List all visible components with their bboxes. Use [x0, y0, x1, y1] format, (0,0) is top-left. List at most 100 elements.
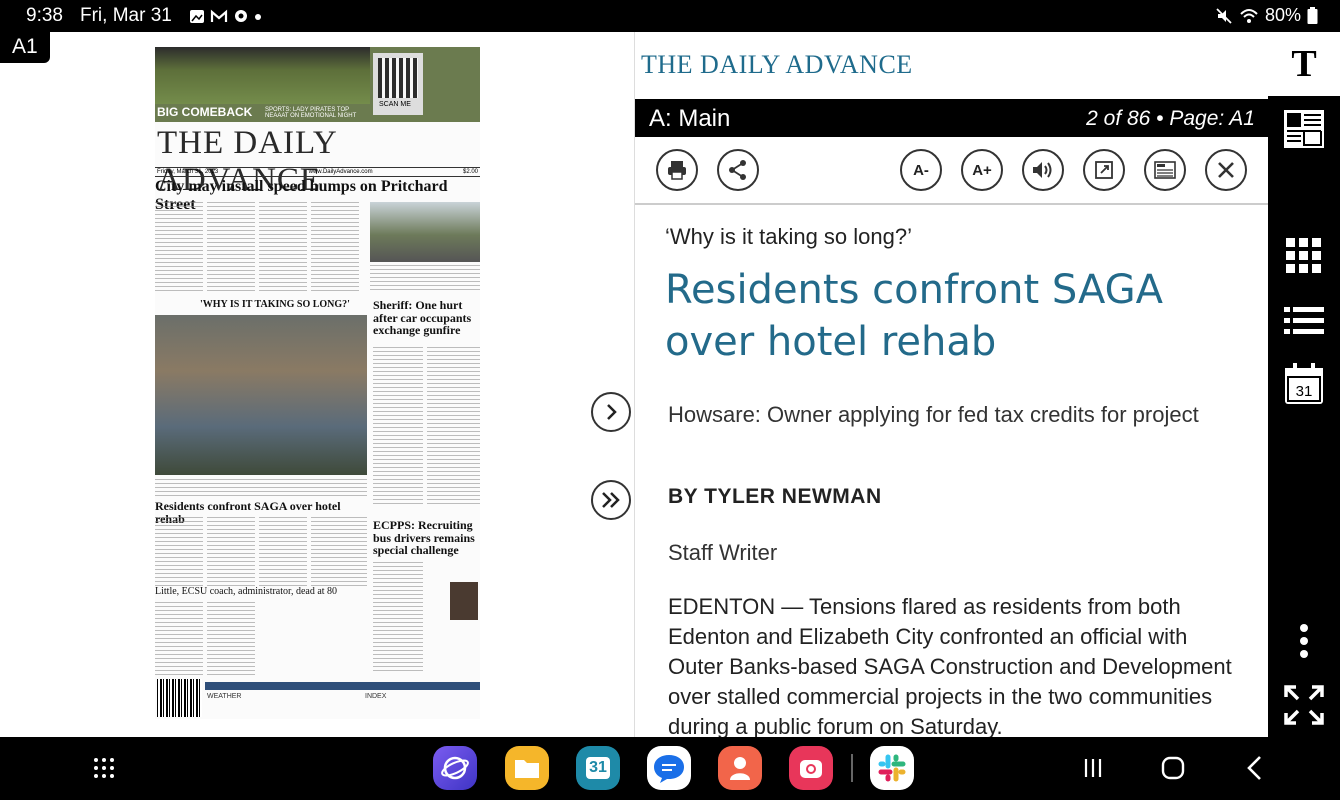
article-kicker: ‘Why is it taking so long?’	[665, 224, 912, 249]
text-column	[373, 562, 423, 672]
text-column	[311, 202, 359, 292]
screen-recorder-icon	[800, 760, 822, 778]
battery-icon	[1307, 6, 1318, 24]
open-original-button[interactable]	[1083, 149, 1125, 191]
article-toolbar: A- A+	[635, 137, 1268, 205]
recents-button[interactable]	[1071, 746, 1115, 790]
home-icon	[1161, 756, 1185, 780]
sports-photo	[155, 47, 370, 104]
open-external-icon	[1095, 161, 1113, 179]
fullscreen-icon	[1284, 685, 1324, 725]
back-button[interactable]	[1233, 746, 1277, 790]
speaker-icon	[1033, 162, 1052, 178]
font-larger-button[interactable]: A+	[961, 149, 1003, 191]
internet-app[interactable]	[433, 746, 477, 790]
newspaper-view-button[interactable]	[1282, 107, 1326, 151]
article-deck: Howsare: Owner applying for fed tax cred…	[668, 402, 1199, 427]
wifi-icon	[1240, 8, 1258, 23]
forum-photo	[155, 315, 367, 475]
text-column	[207, 602, 255, 677]
footer-bar	[205, 682, 480, 690]
newspaper-dateline: Friday, March 31, 2023 www.DailyAdvance.…	[155, 167, 480, 177]
text-size-button[interactable]: T	[1268, 32, 1340, 96]
text-column	[311, 517, 367, 587]
newspaper-icon	[1284, 110, 1324, 148]
screen-recorder-app[interactable]	[789, 746, 833, 790]
text-column	[427, 347, 480, 507]
next-article-button[interactable]	[591, 392, 631, 432]
story5-headline[interactable]: Little, ECSU coach, administrator, dead …	[155, 586, 370, 598]
dateline-date: Friday, March 31, 2023	[157, 169, 219, 175]
home-button[interactable]	[1151, 746, 1195, 790]
contacts-app[interactable]	[718, 746, 762, 790]
text-size-icon: T	[1291, 43, 1317, 85]
font-smaller-button[interactable]: A-	[900, 149, 942, 191]
list-icon	[1284, 307, 1324, 334]
slack-app[interactable]	[870, 746, 914, 790]
grid-view-button[interactable]	[1282, 234, 1326, 278]
story2-kicker: 'WHY IS IT TAKING SO LONG?'	[200, 299, 350, 310]
text-column	[155, 517, 203, 587]
article-body: EDENTON — Tensions flared as residents f…	[668, 594, 1232, 737]
system-indicators: 80%	[1215, 5, 1318, 26]
index-label: INDEX	[365, 693, 387, 700]
double-chevron-right-icon	[602, 492, 620, 508]
calendar-button[interactable]: 31	[1282, 362, 1326, 406]
my-files-app[interactable]	[505, 746, 549, 790]
news-view-button[interactable]	[1144, 149, 1186, 191]
more-options-button[interactable]	[1282, 619, 1326, 663]
grid-icon	[1286, 238, 1321, 273]
publication-logo: THE DAILY ADVANCE	[641, 50, 913, 79]
dot-icon	[255, 14, 261, 20]
back-icon	[1247, 756, 1261, 780]
story4-headline[interactable]: ECPPS: Recruiting bus drivers remains sp…	[373, 519, 480, 557]
sports-teaser: SCAN ME BIG COMEBACK SPORTS: LADY PIRATE…	[155, 47, 480, 122]
share-button[interactable]	[717, 149, 759, 191]
section-name: A: Main	[649, 105, 731, 132]
gmail-icon	[210, 9, 228, 22]
internet-icon	[441, 756, 469, 780]
article-byline: BY TYLER NEWMAN	[668, 485, 882, 508]
status-bar: 9:38 Fri, Mar 31 80%	[0, 0, 1340, 32]
app-drawer-button[interactable]	[82, 746, 126, 790]
text-column	[259, 517, 307, 587]
apps-grid-icon	[94, 758, 114, 778]
settings-icon	[235, 10, 247, 22]
list-view-button[interactable]	[1282, 299, 1326, 343]
close-icon	[1218, 162, 1234, 178]
story3-headline[interactable]: Sheriff: One hurt after car occupants ex…	[373, 299, 480, 337]
messages-app[interactable]	[647, 746, 691, 790]
page-badge: A1	[0, 32, 50, 63]
files-icon	[515, 760, 539, 778]
article-header: ‘Why is it taking so long?’ Residents co…	[665, 224, 1255, 368]
dock-divider	[851, 754, 853, 782]
clock: 9:38	[26, 5, 63, 26]
teaser-kicker: BIG COMEBACK	[157, 105, 253, 119]
messages-icon	[654, 755, 684, 783]
gallery-icon	[190, 9, 204, 23]
close-article-button[interactable]	[1205, 149, 1247, 191]
battery-percent: 80%	[1264, 5, 1301, 25]
section-bar: A: Main 2 of 86 • Page: A1	[635, 99, 1268, 137]
mute-icon	[1216, 7, 1232, 24]
print-button[interactable]	[656, 149, 698, 191]
text-column	[155, 202, 203, 292]
headshot-photo	[450, 582, 478, 620]
text-column	[370, 265, 480, 293]
article-headline: Residents confront SAGA over hotel rehab	[665, 267, 1163, 365]
listen-button[interactable]	[1022, 149, 1064, 191]
calendar-app[interactable]: 31	[576, 746, 620, 790]
newspaper-page-image[interactable]: SCAN ME BIG COMEBACK SPORTS: LADY PIRATE…	[155, 47, 480, 719]
coach-photo	[259, 602, 367, 667]
right-rail: T 31	[1268, 32, 1340, 737]
date: Fri, Mar 31	[80, 5, 172, 26]
chevron-right-icon	[607, 404, 617, 420]
news-icon	[1154, 161, 1176, 179]
qr-code: SCAN ME	[373, 53, 423, 115]
dateline-url: www.DailyAdvance.com	[308, 169, 373, 175]
next-page-button[interactable]	[591, 480, 631, 520]
more-icon	[1300, 624, 1308, 658]
text-column	[373, 347, 423, 507]
fullscreen-button[interactable]	[1282, 683, 1326, 727]
contacts-icon	[730, 757, 750, 780]
